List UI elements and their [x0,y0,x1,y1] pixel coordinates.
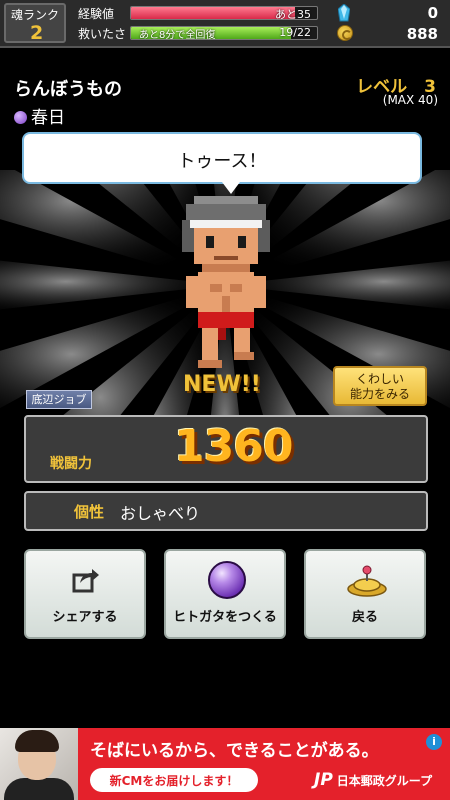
combat-power-value: 1360 [174,421,293,472]
ad-logo-mark: JP [314,770,333,790]
create-hitogata-label: ヒトガタをつくる [173,610,277,625]
speech-bubble: トゥース！ [22,132,422,194]
coin-count: 888 [406,25,438,43]
character-title: らんぼうもの [14,79,122,100]
trait-panel: 個性 おしゃべり [24,491,428,531]
exp-label: 経験値 [78,7,115,21]
level-max: (MAX 40) [382,93,438,107]
share-button[interactable]: シェアする [24,549,146,639]
gem-count: 0 [427,4,438,22]
combat-power-panel: 戦闘力 1360 [24,415,428,483]
ad-sub-pill: 新CMをお届けします！ [90,768,258,792]
exp-remaining-text: あと35 [275,8,311,20]
stamina-value-text: 19/22 [279,26,311,39]
trait-label: 個性 [74,503,105,521]
soul-rank-value: 2 [30,22,44,44]
coin-icon [337,25,353,41]
gold-pile-icon [347,565,387,597]
share-button-label: シェアする [52,610,118,625]
purple-orb-icon [208,561,246,599]
new-badge: NEW!! [183,372,261,397]
character-attribute: 春日 [14,103,65,128]
attribute-name: 春日 [31,108,65,128]
ad-info-icon[interactable]: i [426,734,442,750]
ad-logo: JP 日本郵政グループ [314,770,432,790]
gem-icon [338,4,350,22]
ad-headline: そばにいるから、できることがある。 [90,741,379,761]
stamina-recovery-text: あと8分で全回復 [139,30,216,40]
exp-bar: あと35 [130,6,318,20]
job-tag: 底辺ジョブ [26,390,92,409]
view-details-label-1: くわしい [355,372,404,386]
status-bar: 魂ランク 2 経験値 あと35 救いたさ あと8分で全回復 19/22 0 88… [0,0,450,48]
stamina-bar: あと8分で全回復 19/22 [130,26,318,40]
create-hitogata-button[interactable]: ヒトガタをつくる [164,549,286,639]
soul-rank-box: 魂ランク 2 [4,3,66,44]
speech-text: トゥース！ [177,151,267,172]
character-sprite [182,196,270,368]
soul-rank-label: 魂ランク [11,8,60,22]
trait-value: おしゃべり [120,504,201,523]
ad-logo-text: 日本郵政グループ [336,774,433,788]
share-icon [72,569,99,593]
stamina-label: 救いたさ [78,27,127,41]
back-button[interactable]: 戻る [304,549,426,639]
ad-subtext: 新CMをお届けします！ [109,774,239,788]
ad-banner[interactable]: そばにいるから、できることがある。 新CMをお届けします！ JP 日本郵政グループ… [0,728,450,800]
attribute-orb-icon [14,111,27,124]
combat-power-label: 戦闘力 [50,456,92,472]
ad-photo [0,728,78,800]
view-details-label-2: 能力をみる [349,387,410,401]
view-details-button[interactable]: くわしい 能力をみる [333,366,427,406]
back-button-label: 戻る [351,610,378,625]
exp-bar-fill [131,7,295,19]
